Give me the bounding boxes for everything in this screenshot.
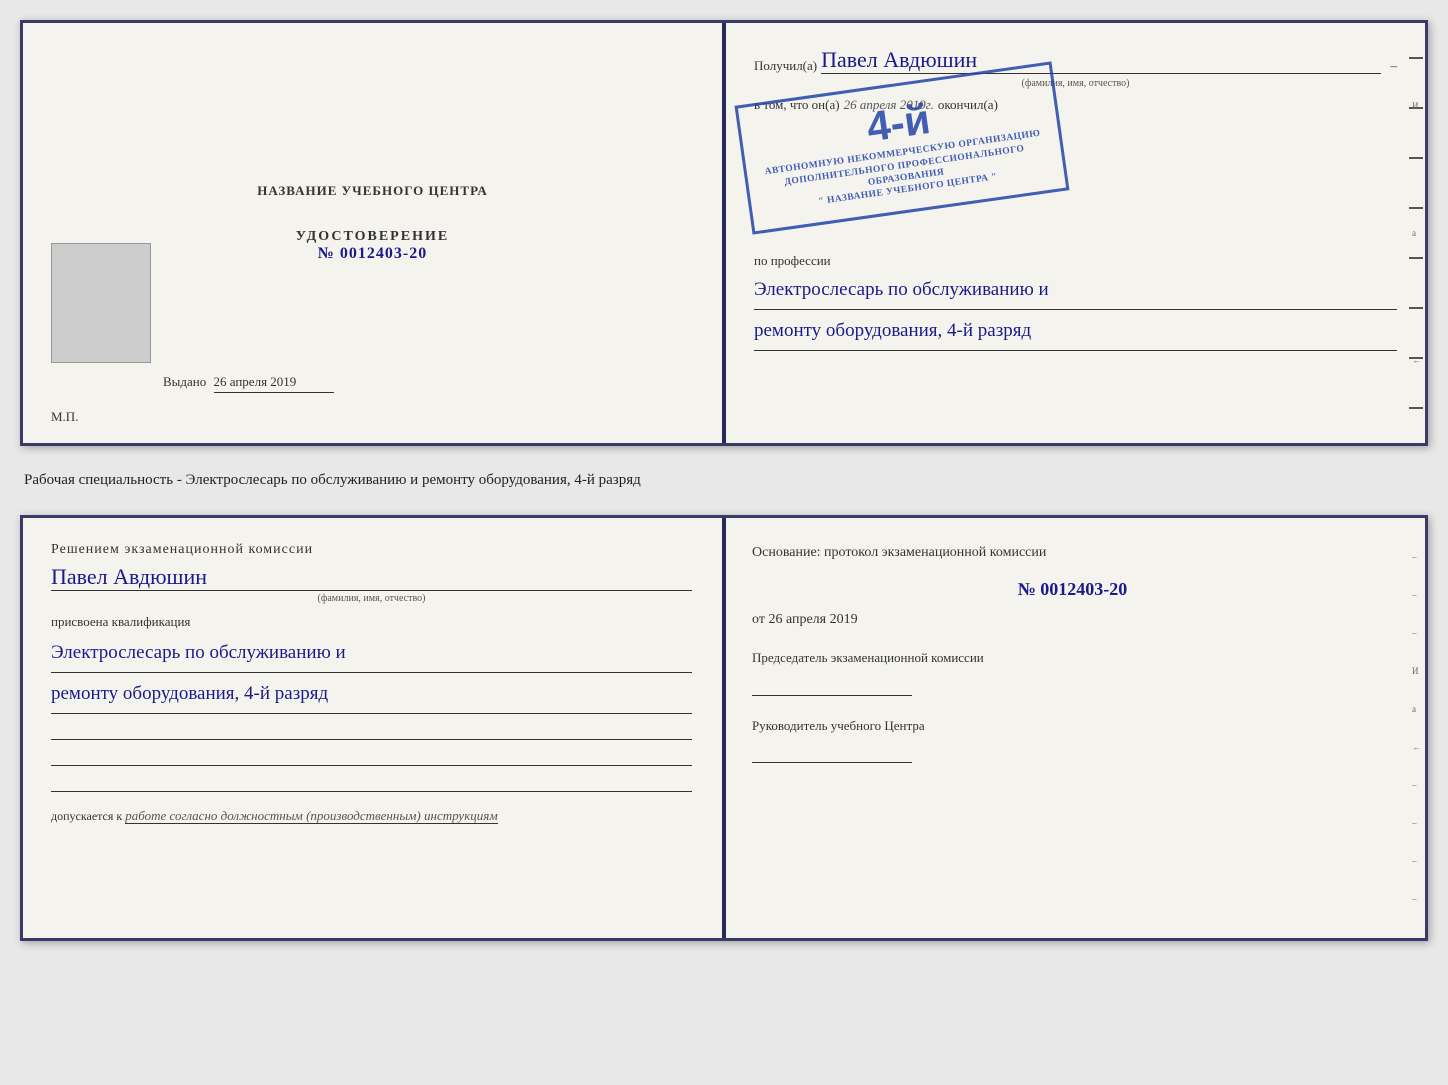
vydano-line: Выдано 26 апреля 2019	[163, 374, 334, 393]
osnovanie-text: Основание: протокол экзаменационной коми…	[752, 542, 1393, 563]
dopuskaetsya-text: допускается к работе согласно должностны…	[51, 808, 692, 824]
side-mark-a: а	[1412, 228, 1421, 238]
dopusk-italic: работе согласно должностным (производств…	[125, 808, 497, 824]
profession-section: по профессии Электрослесарь по обслужива…	[754, 253, 1397, 351]
bottom-right-panel: Основание: протокол экзаменационной коми…	[720, 518, 1425, 938]
side-marks-bottom-right: – – – И а ← – – – –	[1412, 518, 1421, 938]
qualification-line2: ремонту оборудования, 4-й разряд	[51, 677, 692, 714]
top-right-panel: Получил(a) Павел Авдюшин – (фамилия, имя…	[722, 23, 1425, 443]
photo-placeholder	[51, 243, 151, 363]
poluchil-prefix: Получил(a)	[754, 58, 817, 74]
side-mark-dash7: –	[1412, 894, 1421, 904]
side-mark-dash1: –	[1412, 552, 1421, 562]
blank-line-2	[51, 746, 692, 766]
top-title: НАЗВАНИЕ УЧЕБНОГО ЦЕНТРА	[257, 183, 488, 199]
side-mark-dash2: –	[1412, 590, 1421, 600]
rukovoditel-sig-line	[752, 743, 912, 763]
prisvoena-text: присвоена квалификация	[51, 614, 692, 630]
po-professii: по профессии	[754, 253, 1397, 269]
predsedatel-sig-line	[752, 676, 912, 696]
bottom-left-panel: Решением экзаменационной комиссии Павел …	[23, 518, 720, 938]
side-mark-dash5: –	[1412, 818, 1421, 828]
side-mark-dash6: –	[1412, 856, 1421, 866]
fio-label-top: (фамилия, имя, отчество)	[754, 78, 1397, 89]
side-mark-lt2: ←	[1412, 742, 1421, 752]
vydano-date: 26 апреля 2019	[214, 374, 334, 393]
udost-title: УДОСТОВЕРЕНИЕ	[296, 229, 449, 245]
profession-line2: ремонту оборудования, 4-й разряд	[754, 314, 1397, 351]
page-wrapper: НАЗВАНИЕ УЧЕБНОГО ЦЕНТРА УДОСТОВЕРЕНИЕ №…	[20, 20, 1428, 941]
udostoverenie-section: УДОСТОВЕРЕНИЕ № 0012403-20	[296, 229, 449, 263]
mp-line: М.П.	[51, 409, 78, 425]
rukovoditel-text: Руководитель учебного Центра	[752, 716, 1393, 736]
top-left-panel: НАЗВАНИЕ УЧЕБНОГО ЦЕНТРА УДОСТОВЕРЕНИЕ №…	[23, 23, 722, 443]
predsedatel-text: Председатель экзаменационной комиссии	[752, 648, 1393, 668]
recipient-name: Павел Авдюшин	[821, 47, 1380, 74]
profession-line1: Электрослесарь по обслуживанию и	[754, 273, 1397, 310]
blank-line-1	[51, 720, 692, 740]
ot-date: от 26 апреля 2019	[752, 612, 1393, 628]
side-mark-a2: а	[1412, 704, 1421, 714]
udost-number: № 0012403-20	[296, 245, 449, 263]
poluchil-line: Получил(a) Павел Авдюшин –	[754, 47, 1397, 74]
bottom-document: Решением экзаменационной комиссии Павел …	[20, 515, 1428, 941]
side-mark-lt: ←	[1412, 355, 1421, 365]
specialty-text: Рабочая специальность - Электрослесарь п…	[20, 462, 1428, 499]
side-mark-i2: И	[1412, 666, 1421, 676]
ot-label: от	[752, 612, 765, 627]
top-document: НАЗВАНИЕ УЧЕБНОГО ЦЕНТРА УДОСТОВЕРЕНИЕ №…	[20, 20, 1428, 446]
blank-line-3	[51, 772, 692, 792]
side-mark-dash3: –	[1412, 628, 1421, 638]
bottom-number: № 0012403-20	[752, 579, 1393, 600]
bottom-name: Павел Авдюшин	[51, 564, 692, 591]
resheniem-title: Решением экзаменационной комиссии	[51, 542, 692, 558]
vydano-label: Выдано	[163, 374, 206, 389]
side-mark-i: И	[1412, 101, 1421, 111]
ot-date-value: 26 апреля 2019	[768, 612, 857, 627]
qualification-line1: Электрослесарь по обслуживанию и	[51, 636, 692, 673]
fio-label-bottom: (фамилия, имя, отчество)	[51, 593, 692, 604]
dopusk-prefix: допускается к	[51, 809, 122, 823]
side-marks-right: И а ←	[1412, 23, 1421, 443]
side-mark-dash4: –	[1412, 780, 1421, 790]
